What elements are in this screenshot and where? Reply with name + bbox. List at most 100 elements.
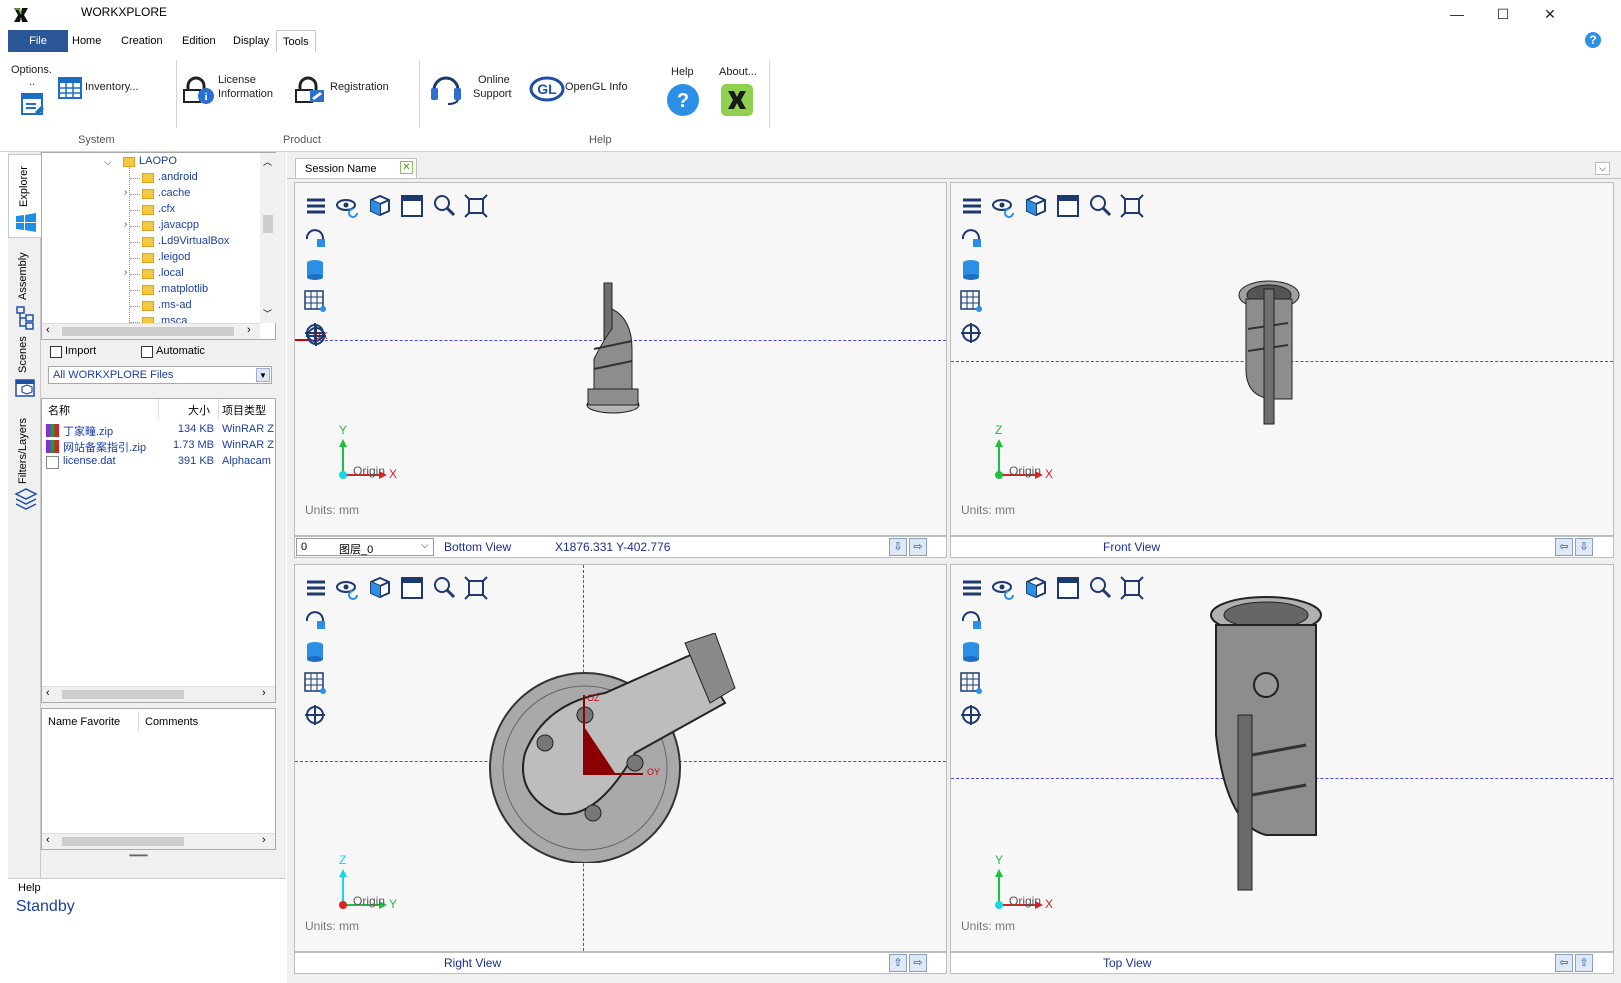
file-hscroll-thumb[interactable] [62, 690, 184, 699]
splitter-grip[interactable]: •••••••••• [129, 851, 148, 860]
tree-root[interactable]: LAOPO [139, 155, 177, 167]
cylinder-icon[interactable] [959, 257, 983, 281]
minimize-button[interactable]: — [1437, 2, 1477, 26]
close-button[interactable]: ✕ [1530, 2, 1570, 26]
grid-view-icon[interactable] [303, 289, 327, 313]
menu-icon[interactable] [303, 575, 329, 601]
arrow-up-icon[interactable]: ⇧ [889, 954, 907, 972]
cube-view-icon[interactable] [1023, 193, 1049, 219]
help-icon[interactable]: ? [666, 83, 700, 117]
tree-expand-icon[interactable]: › [124, 219, 127, 230]
menu-tools[interactable]: Tools [276, 30, 316, 52]
file-row[interactable]: 网站备案指引.zip 1.73 MB WinRAR ZI [46, 439, 274, 455]
chevron-down-icon[interactable]: ▼ [256, 368, 270, 382]
tab-scenes[interactable]: Scenes [8, 336, 41, 407]
license-icon[interactable]: i [182, 72, 218, 106]
arrow-down-icon[interactable]: ⇩ [1575, 538, 1593, 556]
menu-icon[interactable] [303, 193, 329, 219]
crosshair-target-icon[interactable] [959, 703, 983, 727]
viewport-bottom-view[interactable]: Y X OriginUnits: mmOX [294, 182, 947, 536]
file-row[interactable]: 丁家疃.zip 134 KB WinRAR ZI [46, 423, 274, 439]
tree-expand-icon[interactable]: › [124, 187, 127, 198]
automatic-checkbox[interactable] [141, 346, 153, 358]
menu-display[interactable]: Display [227, 30, 275, 52]
tab-explorer[interactable]: Explorer [8, 154, 41, 238]
crosshair-target-icon[interactable] [959, 321, 983, 345]
menu-edition[interactable]: Edition [176, 30, 222, 52]
import-checkbox[interactable] [50, 346, 62, 358]
crosshair-target-icon[interactable] [303, 703, 327, 727]
registration-icon[interactable] [294, 72, 330, 106]
tree-item[interactable]: .android [158, 171, 198, 183]
rotate-lock-icon[interactable] [959, 225, 983, 249]
opengl-button[interactable]: OpenGL Info [565, 81, 628, 94]
options-icon[interactable] [20, 92, 46, 118]
col-header-comments[interactable]: Comments [145, 716, 198, 728]
opengl-icon[interactable]: GL [529, 76, 565, 102]
part-model-3d[interactable] [1236, 279, 1302, 429]
cylinder-icon[interactable] [959, 639, 983, 663]
inventory-button[interactable]: Inventory... [85, 81, 139, 94]
tab-menu-chevron-icon[interactable]: ⌵ [1595, 162, 1610, 175]
menu-icon[interactable] [959, 193, 985, 219]
zoom-icon[interactable] [431, 193, 457, 219]
scroll-right-icon[interactable]: › [262, 687, 266, 699]
fit-frame-icon[interactable] [1119, 193, 1145, 219]
file-type-select[interactable]: All WORKXPLORE Files ▼ [48, 366, 272, 384]
maximize-button[interactable]: ☐ [1483, 2, 1523, 26]
arrow-right-icon[interactable]: ⇨ [909, 538, 927, 556]
scroll-right-icon[interactable]: › [247, 324, 251, 336]
part-model-3d[interactable] [485, 633, 745, 863]
scroll-down-icon[interactable]: ﹀ [263, 307, 272, 320]
tree-item[interactable]: .local [158, 267, 184, 279]
close-tab-icon[interactable]: ✕ [400, 161, 413, 174]
arrow-down-icon[interactable]: ⇩ [889, 538, 907, 556]
viewport-top-view[interactable]: Y X Origin Units: mm [950, 564, 1614, 952]
about-ribbon-label[interactable]: About... [719, 66, 757, 79]
grid-view-icon[interactable] [303, 671, 327, 695]
online-line1[interactable]: Online [478, 74, 510, 87]
scroll-up-icon[interactable]: ︿ [263, 155, 272, 168]
cylinder-icon[interactable] [303, 257, 327, 281]
scroll-left-icon[interactable]: ‹ [46, 687, 50, 699]
tree-item[interactable]: .matplotlib [158, 283, 208, 295]
visibility-eye-icon[interactable] [991, 193, 1017, 219]
tree-hscroll-thumb[interactable] [62, 327, 234, 336]
about-logo-icon[interactable] [720, 83, 754, 117]
help-circle-icon[interactable]: ? [1584, 31, 1602, 49]
tree-item[interactable]: .javacpp [158, 219, 199, 231]
tab-filters-layers[interactable]: Filters/Layers [8, 414, 41, 514]
favorites-hscrollbar[interactable]: ‹ › [42, 833, 275, 849]
arrow-right-icon[interactable]: ⇨ [909, 954, 927, 972]
arrow-left-icon[interactable]: ⇦ [1555, 538, 1573, 556]
part-model-3d[interactable] [580, 279, 640, 429]
session-tab[interactable]: Session Name ✕ [295, 158, 417, 178]
cube-view-icon[interactable] [1023, 575, 1049, 601]
menu-home[interactable]: Home [66, 30, 107, 52]
menu-creation[interactable]: Creation [115, 30, 169, 52]
inventory-icon[interactable] [58, 76, 82, 100]
license-line1[interactable]: License [218, 74, 256, 87]
tree-item[interactable]: .cfx [158, 203, 175, 215]
fit-frame-icon[interactable] [463, 193, 489, 219]
window-layout-icon[interactable] [399, 193, 425, 219]
col-header-favorite[interactable]: Name Favorite [48, 716, 120, 728]
viewport-right-view[interactable]: Z Y Origin Units: mm OZ OY [294, 564, 947, 952]
part-model-3d[interactable] [1206, 595, 1326, 895]
tree-item[interactable]: .ms-ad [158, 299, 192, 311]
fit-frame-icon[interactable] [1119, 575, 1145, 601]
visibility-eye-icon[interactable] [991, 575, 1017, 601]
visibility-eye-icon[interactable] [335, 193, 361, 219]
tree-item[interactable]: .cache [158, 187, 190, 199]
tree-expand-icon[interactable]: › [124, 267, 127, 278]
tree-item[interactable]: .Ld9VirtualBox [158, 235, 229, 247]
favorites-hscroll-thumb[interactable] [62, 837, 184, 846]
cylinder-icon[interactable] [303, 639, 327, 663]
zoom-icon[interactable] [1087, 193, 1113, 219]
tree-vscroll-thumb[interactable] [263, 215, 273, 233]
tree-vscrollbar[interactable]: ︿ ﹀ [260, 153, 276, 323]
tree-item[interactable]: .leigod [158, 251, 190, 263]
help-ribbon-label[interactable]: Help [671, 66, 694, 79]
file-hscrollbar[interactable]: ‹ › [42, 686, 275, 702]
arrow-up-icon[interactable]: ⇧ [1575, 954, 1593, 972]
